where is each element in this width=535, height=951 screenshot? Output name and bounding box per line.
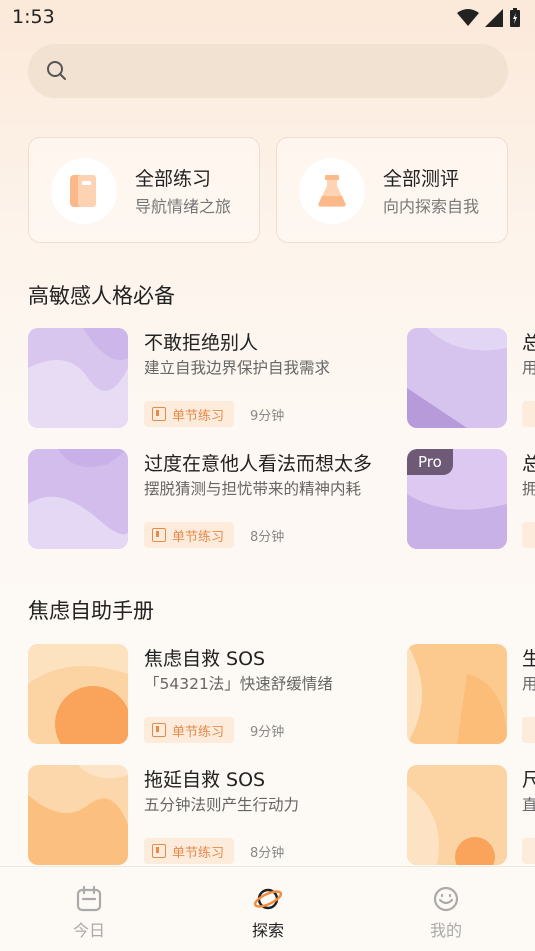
side-item-tag bbox=[522, 401, 535, 427]
bottom-nav: 今日 探索 我的 bbox=[0, 866, 535, 951]
nav-mine-label: 我的 bbox=[429, 921, 462, 940]
pro-badge: Pro bbox=[407, 449, 453, 475]
side-item-desc: 用 bbox=[522, 675, 535, 693]
lesson-icon bbox=[152, 844, 166, 858]
lesson-icon bbox=[152, 528, 166, 542]
list-item[interactable]: 过度在意他人看法而想太多 摆脱猜测与担忧带来的精神内耗 单节练习 8分钟 bbox=[28, 449, 398, 549]
item-duration: 8分钟 bbox=[250, 530, 285, 545]
list-item[interactable]: 拖延自救 SOS 五分钟法则产生行动力 单节练习 8分钟 bbox=[28, 765, 398, 865]
item-duration: 9分钟 bbox=[250, 725, 285, 740]
item-tag: 单节练习 bbox=[144, 522, 235, 548]
search-icon bbox=[47, 61, 66, 80]
book-icon bbox=[70, 175, 96, 207]
search-input[interactable] bbox=[28, 44, 508, 98]
item-title: 过度在意他人看法而想太多 bbox=[144, 453, 373, 475]
planet-icon bbox=[253, 888, 283, 910]
item-thumbnail bbox=[28, 765, 128, 865]
side-item-tag bbox=[522, 522, 535, 548]
nav-explore[interactable]: 探索 bbox=[228, 885, 308, 941]
battery-icon bbox=[510, 8, 520, 27]
practice-icon-circle bbox=[51, 158, 117, 224]
section-title-sensitive: 高敏感人格必备 bbox=[28, 284, 175, 308]
side-item-thumbnail[interactable] bbox=[407, 765, 507, 865]
side-item-title: 尺 bbox=[522, 769, 535, 791]
status-time: 1:53 bbox=[12, 6, 55, 28]
item-desc: 五分钟法则产生行动力 bbox=[144, 796, 300, 814]
assessment-icon-circle bbox=[299, 158, 365, 224]
item-duration: 9分钟 bbox=[250, 409, 285, 424]
side-item-thumbnail[interactable] bbox=[407, 644, 507, 744]
all-practice-subtitle: 导航情绪之旅 bbox=[135, 197, 232, 216]
item-thumbnail bbox=[28, 449, 128, 549]
item-duration: 8分钟 bbox=[250, 846, 285, 861]
all-practice-card[interactable]: 全部练习 导航情绪之旅 bbox=[28, 137, 260, 243]
lesson-icon bbox=[152, 407, 166, 421]
section-title-anxiety: 焦虑自助手册 bbox=[28, 599, 154, 623]
all-assessment-card[interactable]: 全部测评 向内探索自我 bbox=[276, 137, 508, 243]
signal-icon bbox=[485, 9, 503, 27]
item-thumbnail bbox=[28, 644, 128, 744]
all-practice-title: 全部练习 bbox=[135, 168, 212, 190]
item-desc: 摆脱猜测与担忧带来的精神内耗 bbox=[144, 480, 362, 498]
side-item-desc: 用 bbox=[522, 359, 535, 377]
smiley-icon bbox=[433, 886, 459, 912]
side-item-thumbnail[interactable]: Pro bbox=[407, 449, 507, 549]
nav-today[interactable]: 今日 bbox=[49, 885, 129, 941]
side-item-tag bbox=[522, 838, 535, 864]
item-title: 拖延自救 SOS bbox=[144, 769, 266, 791]
side-item-thumbnail[interactable] bbox=[407, 328, 507, 428]
all-assessment-title: 全部测评 bbox=[383, 168, 460, 190]
side-item-desc: 拥 bbox=[522, 480, 535, 498]
calendar-icon bbox=[76, 885, 102, 912]
item-title: 不敢拒绝别人 bbox=[144, 332, 259, 354]
nav-mine[interactable]: 我的 bbox=[406, 885, 486, 941]
nav-explore-label: 探索 bbox=[251, 921, 284, 940]
flask-icon bbox=[318, 175, 346, 207]
side-item-tag bbox=[522, 717, 535, 743]
status-icons bbox=[457, 8, 521, 28]
item-tag: 单节练习 bbox=[144, 401, 235, 427]
lesson-icon bbox=[152, 723, 166, 737]
item-tag: 单节练习 bbox=[144, 717, 235, 743]
side-item-desc: 直 bbox=[522, 796, 535, 814]
item-thumbnail bbox=[28, 328, 128, 428]
side-item-title: 总 bbox=[522, 453, 535, 475]
status-bar: 1:53 bbox=[0, 0, 535, 36]
list-item[interactable]: 焦虑自救 SOS 「54321法」快速舒缓情绪 单节练习 9分钟 bbox=[28, 644, 398, 744]
item-desc: 「54321法」快速舒缓情绪 bbox=[144, 675, 333, 693]
item-desc: 建立自我边界保护自我需求 bbox=[144, 359, 331, 377]
nav-today-label: 今日 bbox=[72, 921, 105, 940]
side-item-title: 总 bbox=[522, 332, 535, 354]
wifi-icon bbox=[457, 9, 479, 26]
item-tag: 单节练习 bbox=[144, 838, 235, 864]
all-assessment-subtitle: 向内探索自我 bbox=[383, 197, 480, 216]
side-item-title: 生 bbox=[522, 648, 535, 670]
list-item[interactable]: 不敢拒绝别人 建立自我边界保护自我需求 单节练习 9分钟 bbox=[28, 328, 398, 428]
item-title: 焦虑自救 SOS bbox=[144, 648, 266, 670]
